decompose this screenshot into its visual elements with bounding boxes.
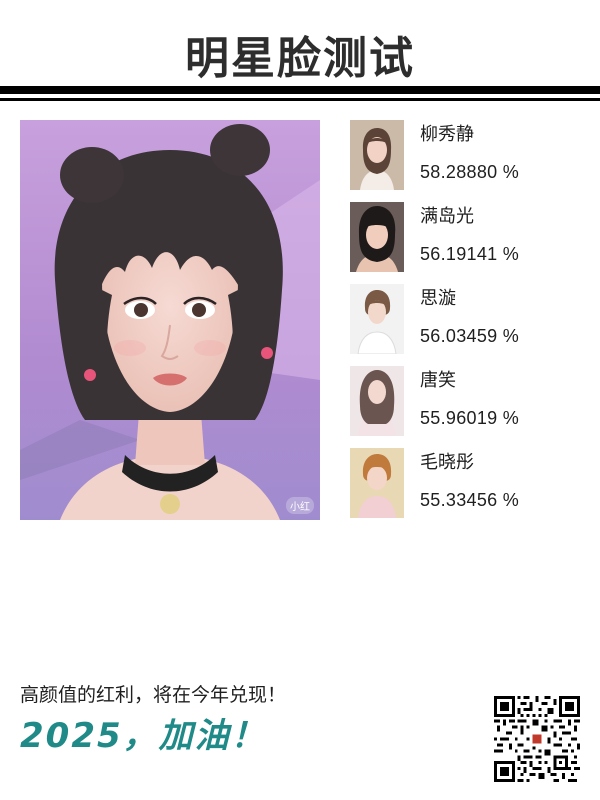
match-list: 柳秀静 58.28880 % 满岛光 56.19141 % 思漩 56.0345… (350, 120, 590, 530)
header-divider-thick (0, 86, 600, 94)
qr-code[interactable] (494, 696, 580, 782)
list-item: 思漩 56.03459 % (350, 284, 590, 366)
list-item: 唐笑 55.96019 % (350, 366, 590, 448)
header-divider-thin (0, 98, 600, 101)
slogan-text: 2025，加油！ (20, 716, 267, 756)
celebrity-thumbnail (350, 366, 404, 436)
celebrity-thumbnail (350, 202, 404, 272)
tagline-text: 高颜值的红利，将在今年兑现！ (20, 684, 287, 706)
celebrity-thumbnail (350, 448, 404, 518)
qr-code-icon (494, 696, 580, 782)
celebrity-name: 思漩 (420, 288, 456, 309)
similarity-score: 55.33456 % (420, 490, 520, 510)
page-title: 明星脸测试 (185, 33, 415, 84)
celebrity-name: 毛晓彤 (420, 452, 474, 473)
portrait-illustration (20, 120, 320, 520)
celebrity-thumbnail (350, 120, 404, 190)
source-watermark: 小红 (286, 497, 314, 514)
celebrity-name: 柳秀静 (420, 124, 474, 145)
similarity-score: 58.28880 % (420, 162, 520, 182)
similarity-score: 56.19141 % (420, 244, 520, 264)
list-item: 毛晓彤 55.33456 % (350, 448, 590, 530)
similarity-score: 56.03459 % (420, 326, 520, 346)
celebrity-name: 唐笑 (420, 370, 456, 391)
uploaded-face-photo: 小红 (20, 120, 320, 520)
list-item: 柳秀静 58.28880 % (350, 120, 590, 202)
celebrity-thumbnail (350, 284, 404, 354)
celebrity-name: 满岛光 (420, 206, 474, 227)
list-item: 满岛光 56.19141 % (350, 202, 590, 284)
similarity-score: 55.96019 % (420, 408, 520, 428)
